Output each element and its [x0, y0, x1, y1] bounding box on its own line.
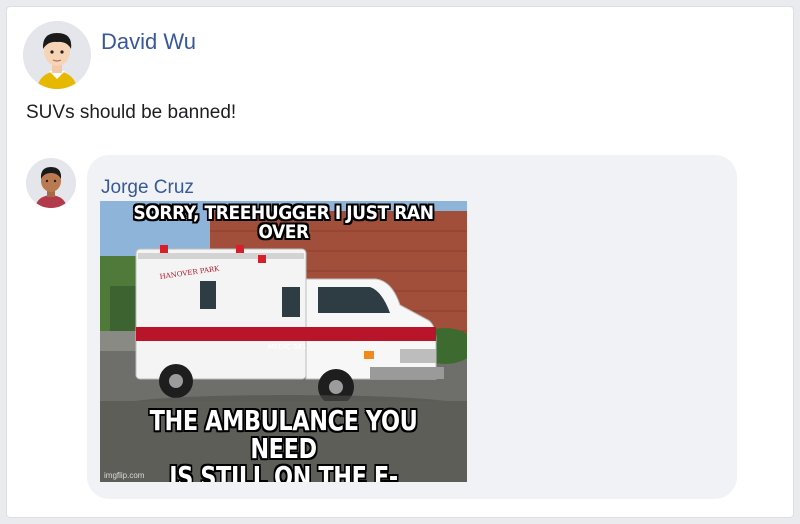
- reply-bubble: Jorge Cruz MEDIC 381 HANOVER PARK SORRY,…: [87, 155, 737, 499]
- vehicle-label: MEDIC 381: [268, 343, 306, 351]
- meme-bottom-text: THE AMBULANCE YOU NEED IS STILL ON THE E…: [137, 404, 431, 483]
- meme-bottom-line-1: THE AMBULANCE YOU NEED: [149, 404, 418, 465]
- user-avatar-icon: [26, 158, 76, 208]
- meme-top-text: SORRY, TREEHUGGER I JUST RAN OVER: [133, 202, 434, 243]
- meme-image[interactable]: MEDIC 381 HANOVER PARK SORRY, TREEHUGGER…: [100, 201, 467, 482]
- post-text: SUVs should be banned!: [26, 102, 237, 123]
- post-author-avatar[interactable]: [23, 21, 91, 89]
- meme-bottom-line-2: IS STILL ON THE E-CHARGER: [169, 460, 398, 483]
- imgflip-watermark: imgflip.com: [104, 471, 145, 480]
- post-card: David Wu SUVs should be banned! Jorge Cr…: [6, 6, 794, 518]
- reply-author-avatar[interactable]: [26, 158, 76, 208]
- user-avatar-icon: [23, 21, 91, 89]
- reply-author-name[interactable]: Jorge Cruz: [101, 177, 194, 199]
- post-author-name[interactable]: David Wu: [101, 29, 196, 55]
